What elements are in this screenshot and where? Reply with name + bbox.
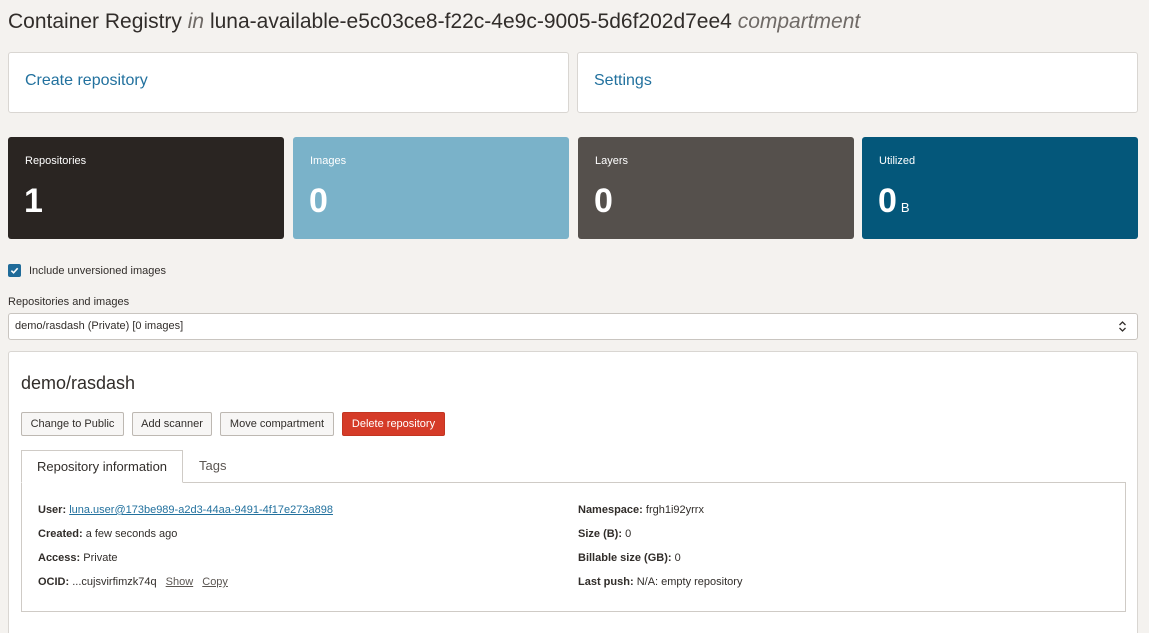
include-unversioned-label: Include unversioned images: [29, 264, 166, 277]
settings-link[interactable]: Settings: [594, 72, 652, 90]
add-scanner-button[interactable]: Add scanner: [132, 412, 212, 436]
stat-unit: B: [900, 200, 910, 215]
stat-utilized: Utilized 0B: [862, 137, 1138, 239]
stat-repositories: Repositories 1: [8, 137, 284, 239]
repositories-select-value: demo/rasdash (Private) [0 images]: [15, 320, 184, 332]
create-repository-card[interactable]: Create repository: [8, 52, 569, 113]
size-field: Size (B): 0: [578, 528, 632, 540]
created-field: Created: a few seconds ago: [38, 528, 178, 540]
stat-label: Layers: [595, 155, 629, 167]
checkmark-icon: [10, 267, 19, 274]
user-link[interactable]: luna.user@173be989-a2d3-44aa-9491-4f17e2…: [69, 504, 333, 516]
tab-repository-information[interactable]: Repository information: [21, 450, 183, 483]
namespace-field: Namespace: frgh1i92yrrx: [578, 504, 704, 516]
settings-card[interactable]: Settings: [577, 52, 1138, 113]
repository-info-panel: User: luna.user@173be989-a2d3-44aa-9491-…: [21, 482, 1126, 612]
repository-name: demo/rasdash: [21, 373, 136, 393]
stat-value: 1: [24, 182, 43, 220]
page-title: Container Registry in luna-available-e5c…: [8, 10, 860, 34]
delete-repository-button[interactable]: Delete repository: [342, 412, 445, 436]
page-title-compartment: compartment: [737, 10, 861, 33]
repositories-select[interactable]: demo/rasdash (Private) [0 images]: [8, 313, 1138, 340]
ocid-show-link[interactable]: Show: [166, 576, 194, 588]
stat-value: 0B: [878, 182, 910, 220]
last-push-field: Last push: N/A: empty repository: [578, 576, 743, 588]
repositories-select-label: Repositories and images: [8, 296, 130, 308]
stat-label: Repositories: [25, 155, 87, 167]
change-to-public-button[interactable]: Change to Public: [21, 412, 124, 436]
ocid-copy-link[interactable]: Copy: [202, 576, 228, 588]
user-field: User: luna.user@173be989-a2d3-44aa-9491-…: [38, 504, 333, 516]
access-field: Access: Private: [38, 552, 118, 564]
select-updown-icon: [1119, 321, 1126, 332]
include-unversioned-row[interactable]: Include unversioned images: [8, 264, 166, 277]
include-unversioned-checkbox[interactable]: [8, 264, 21, 277]
stat-value: 0: [309, 182, 328, 220]
tab-tags[interactable]: Tags: [199, 450, 226, 483]
billable-size-field: Billable size (GB): 0: [578, 552, 681, 564]
stat-images: Images 0: [293, 137, 569, 239]
ocid-field: OCID: ...cujsvirfimzk74q Show Copy: [38, 576, 228, 588]
stat-value: 0: [594, 182, 613, 220]
stat-label: Images: [310, 155, 347, 167]
compartment-name: luna-available-e5c03ce8-f22c-4e9c-9005-5…: [209, 10, 732, 33]
create-repository-link[interactable]: Create repository: [25, 72, 148, 90]
stat-layers: Layers 0: [578, 137, 854, 239]
move-compartment-button[interactable]: Move compartment: [220, 412, 334, 436]
page-title-in: in: [187, 10, 205, 33]
page-title-text: Container Registry: [8, 10, 182, 33]
stat-label: Utilized: [879, 155, 916, 167]
repository-panel: demo/rasdash Change to Public Add scanne…: [8, 351, 1138, 633]
